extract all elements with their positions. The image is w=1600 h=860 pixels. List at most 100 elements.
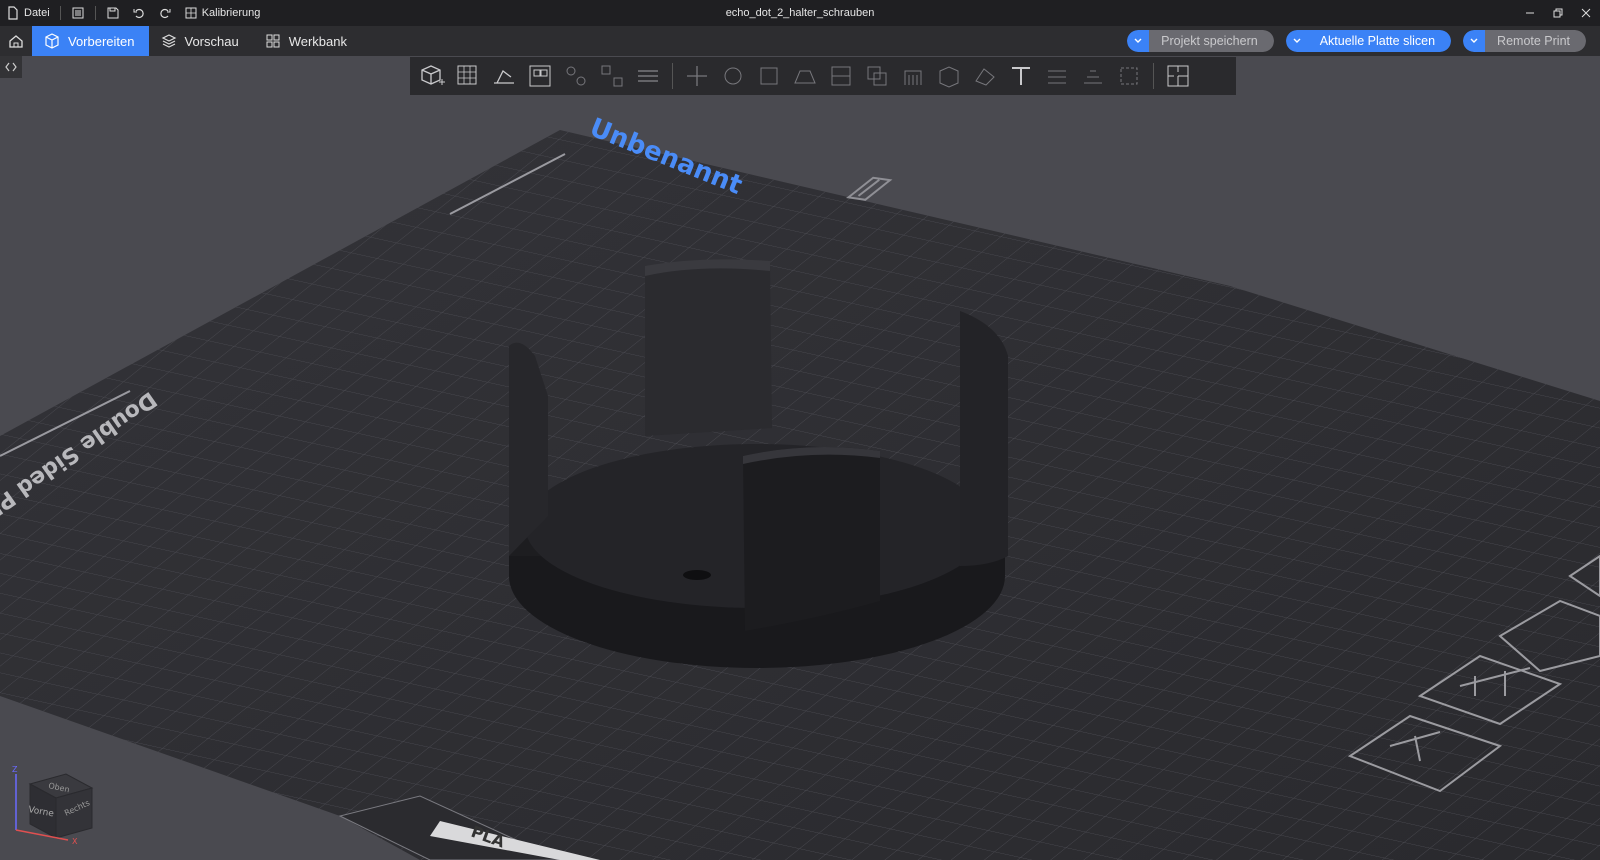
tab-preview-label: Vorschau [184,33,239,49]
close-button[interactable] [1572,0,1600,26]
restore-icon [1553,8,1563,18]
chevron-down-icon [1134,38,1142,43]
tab-prepare[interactable]: Vorbereiten [32,26,149,56]
slice-plate-label: Aktuelle Platte slicen [1307,30,1452,52]
divider [672,63,673,89]
seam-paint-icon [939,66,959,88]
plugin-button[interactable] [1162,60,1194,92]
tab-prepare-label: Vorbereiten [68,33,135,49]
lay-on-face-button[interactable] [789,60,821,92]
support-paint-icon [904,70,922,85]
close-icon [1581,8,1591,18]
window-controls [1516,0,1600,26]
emboss-button[interactable] [1113,60,1145,92]
chevron-down-icon [1470,38,1478,43]
split-parts-button[interactable] [596,60,628,92]
3d-viewport[interactable]: Unbenannt Double Sided PEI Sheet PLA [0,56,1600,860]
boolean-icon [867,66,887,86]
scale-button[interactable] [753,60,785,92]
emboss-icon [1120,67,1138,85]
arrange-icon [529,65,551,87]
save-project-dropdown[interactable] [1127,30,1150,52]
redo-icon [159,8,171,19]
chevron-down-icon [1293,38,1301,43]
file-icon [8,6,18,20]
slice-plate-button[interactable]: Aktuelle Platte slicen [1285,30,1452,52]
object-toolbar [410,57,1236,95]
undo-button[interactable] [126,0,152,26]
seam-paint-button[interactable] [933,60,965,92]
auto-orient-icon [494,70,514,84]
assembly-button[interactable] [1077,60,1109,92]
grid-add-icon [457,65,477,85]
arrange-button[interactable] [524,60,556,92]
layers-icon [638,70,658,82]
puzzle-icon [1167,65,1189,87]
tab-preview[interactable]: Vorschau [149,26,253,56]
text-icon [1012,67,1030,85]
add-plate-button[interactable] [452,60,484,92]
support-paint-button[interactable] [897,60,929,92]
move-button[interactable] [681,60,713,92]
tab-workbench-label: Werkbank [288,33,347,49]
cut-icon [831,66,851,86]
text-button[interactable] [1005,60,1037,92]
split-objects-icon [566,66,586,86]
file-menu[interactable]: Datei [0,0,56,26]
layers-button[interactable] [632,60,664,92]
measure-button[interactable] [1041,60,1073,92]
minimize-button[interactable] [1516,0,1544,26]
divider [1153,63,1154,89]
file-menu-label: Datei [24,7,50,19]
grid-icon [266,34,280,48]
restore-button[interactable] [1544,0,1572,26]
home-icon [9,35,23,48]
calibration-menu[interactable]: Kalibrierung [178,0,267,26]
split-objects-button[interactable] [560,60,592,92]
list-button[interactable] [65,0,91,26]
calibration-label: Kalibrierung [201,7,261,19]
redo-button[interactable] [152,0,178,26]
rotate-icon [724,67,742,85]
cut-button[interactable] [825,60,857,92]
home-button[interactable] [0,26,32,56]
remote-print-label: Remote Print [1485,30,1586,52]
remote-print-button[interactable]: Remote Print [1463,30,1586,52]
split-parts-icon [601,65,623,87]
save-icon [107,7,119,19]
save-button[interactable] [100,0,126,26]
divider [59,6,61,20]
x-axis-label: X [72,837,78,846]
assembly-icon [1084,70,1102,84]
move-icon [687,66,707,86]
sidebar-toggle-button[interactable] [0,56,22,78]
view-cube-graphic: Oben Vorne Rechts Z X [12,765,94,846]
color-paint-button[interactable] [969,60,1001,92]
measure-icon [1048,70,1066,84]
save-project-label: Projekt speichern [1149,30,1274,52]
rotate-button[interactable] [717,60,749,92]
divider [94,6,96,20]
lay-on-face-icon [794,70,816,84]
slice-plate-dropdown[interactable] [1285,30,1308,52]
boolean-button[interactable] [861,60,893,92]
minimize-icon [1526,12,1534,14]
undo-icon [133,8,144,19]
list-icon [72,7,84,19]
title-bar: Datei Kalibrierung echo_dot_2_halter_sch… [0,0,1600,26]
color-paint-icon [975,68,995,86]
z-axis-label: Z [12,765,18,774]
cube-icon [45,33,59,49]
add-object-button[interactable] [416,60,448,92]
remote-print-dropdown[interactable] [1463,30,1486,52]
tab-workbench[interactable]: Werkbank [253,26,361,56]
auto-orient-button[interactable] [488,60,520,92]
calibration-icon [185,7,197,19]
cube-add-icon [421,65,445,85]
expand-icon [5,62,17,72]
build-plate-scene: Unbenannt Double Sided PEI Sheet PLA [0,113,1600,860]
layers-icon [161,34,176,48]
save-project-button[interactable]: Projekt speichern [1127,30,1274,52]
scale-icon [760,67,778,85]
view-cube[interactable]: Oben Vorne Rechts Z X [8,762,96,854]
